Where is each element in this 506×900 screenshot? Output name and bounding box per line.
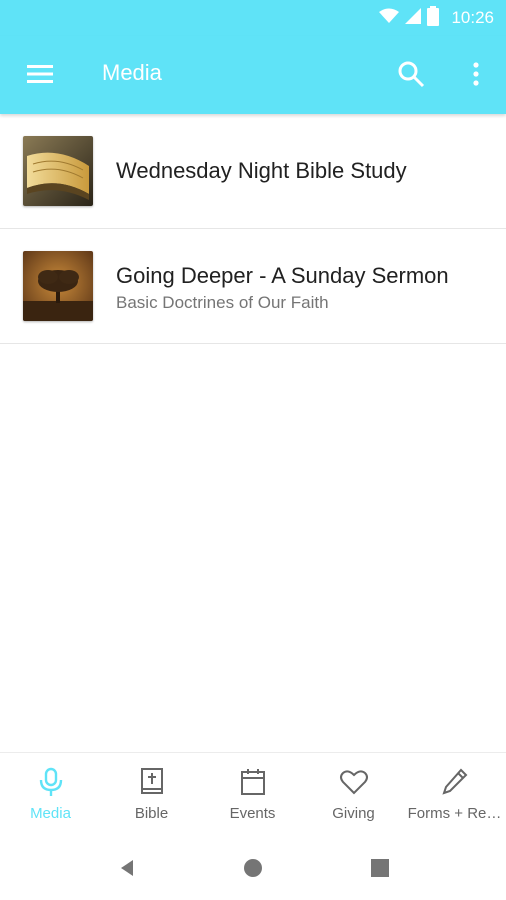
status-time: 10:26 xyxy=(451,8,494,27)
tab-label: Events xyxy=(229,805,276,822)
back-icon[interactable] xyxy=(115,856,139,880)
tab-bible[interactable]: Bible xyxy=(101,753,202,835)
media-item-title: Going Deeper - A Sunday Sermon xyxy=(116,263,449,288)
menu-icon[interactable] xyxy=(26,60,54,88)
more-options-icon[interactable] xyxy=(462,60,490,88)
list-item[interactable]: Wednesday Night Bible Study xyxy=(0,114,506,229)
status-bar: 10:26 xyxy=(0,0,506,36)
bible-icon xyxy=(140,768,163,794)
tab-events[interactable]: Events xyxy=(202,753,303,835)
status-icons: 10:26 xyxy=(379,5,494,31)
signal-icon xyxy=(405,7,422,29)
tab-label: Bible xyxy=(134,805,169,822)
microphone-icon xyxy=(39,767,62,796)
list-item[interactable]: Going Deeper - A Sunday Sermon Basic Doc… xyxy=(0,229,506,344)
media-list: Wednesday Night Bible Study Going Deeper… xyxy=(0,114,506,344)
tab-label: Giving xyxy=(332,805,375,822)
media-item-title: Wednesday Night Bible Study xyxy=(116,158,407,183)
sermon-thumbnail xyxy=(23,251,93,321)
tab-media[interactable]: Media xyxy=(0,753,101,835)
media-item-subtitle: Basic Doctrines of Our Faith xyxy=(116,293,329,312)
tab-label: Media xyxy=(30,805,71,822)
heart-icon xyxy=(339,770,368,795)
tab-giving[interactable]: Giving xyxy=(303,753,404,835)
bible-study-thumbnail xyxy=(23,136,93,206)
home-icon[interactable] xyxy=(241,856,265,880)
wifi-icon xyxy=(379,8,400,29)
bottom-navigation: Media Bible Events Giving Forms + Re… xyxy=(0,752,506,835)
calendar-icon xyxy=(240,769,265,795)
search-icon[interactable] xyxy=(397,60,425,88)
system-navigation-bar xyxy=(0,834,506,900)
pencil-icon xyxy=(441,768,467,795)
tab-forms[interactable]: Forms + Re… xyxy=(404,753,505,835)
battery-icon xyxy=(427,5,440,31)
tab-label: Forms + Re… xyxy=(407,805,502,822)
app-bar: Media xyxy=(0,36,506,114)
recents-icon[interactable] xyxy=(368,856,392,880)
page-title: Media xyxy=(102,60,162,85)
